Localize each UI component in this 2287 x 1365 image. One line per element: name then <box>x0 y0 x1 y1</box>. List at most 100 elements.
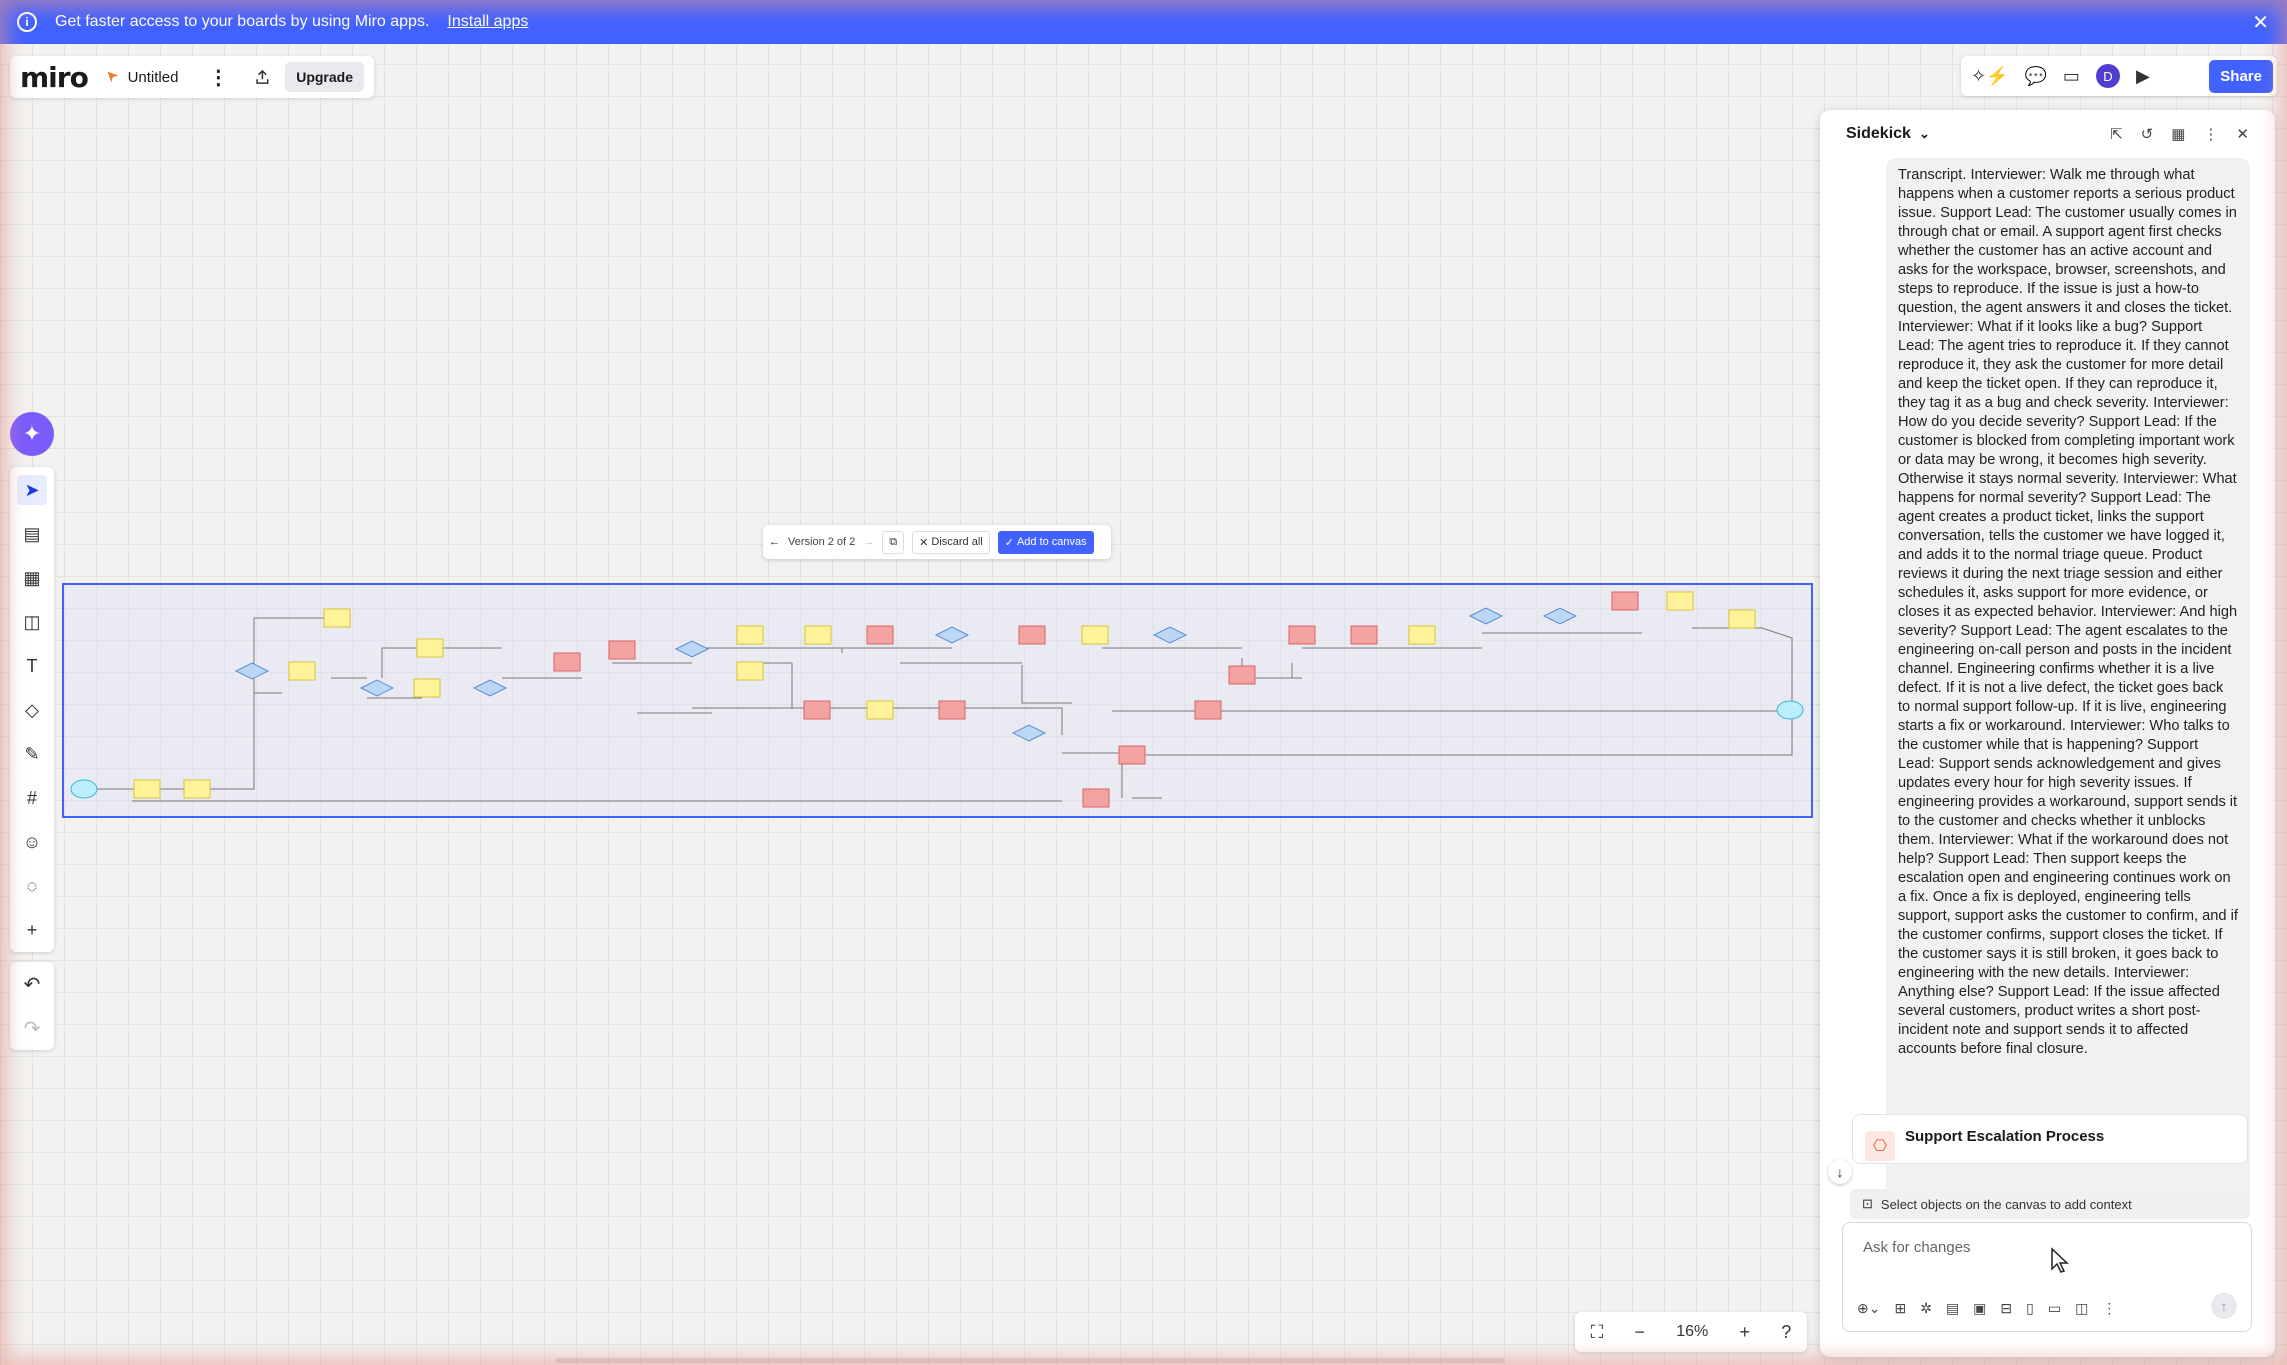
share-button[interactable]: Share <box>2209 59 2273 93</box>
prototype-icon[interactable]: ▭ <box>2048 1300 2061 1317</box>
terminal-node[interactable] <box>70 779 98 799</box>
slide-icon[interactable]: ▯ <box>2026 1300 2034 1317</box>
process-node[interactable] <box>1666 591 1694 611</box>
templates-tool-icon[interactable]: ▦ <box>17 563 47 593</box>
help-icon[interactable]: ? <box>1781 1322 1791 1343</box>
chevron-down-icon[interactable]: ⌄ <box>1919 126 1930 142</box>
select-tool-icon[interactable]: ➤ <box>17 475 47 505</box>
sticky-note-icon[interactable]: ◫ <box>2075 1300 2088 1317</box>
escalation-node[interactable] <box>553 652 581 672</box>
close-icon[interactable]: ✕ <box>2236 125 2249 143</box>
process-node[interactable] <box>413 678 441 698</box>
mindmap-icon[interactable]: ✲ <box>1920 1300 1932 1317</box>
more-options-icon[interactable]: ⋮ <box>2203 125 2218 143</box>
history-icon[interactable]: ↺ <box>2141 125 2154 143</box>
fit-to-screen-icon[interactable]: ⛶ <box>1591 1322 1604 1343</box>
sticky-note-tool-icon[interactable]: ◫ <box>17 607 47 637</box>
process-node[interactable] <box>183 779 211 799</box>
escalation-node[interactable] <box>608 640 636 660</box>
decision-node[interactable] <box>472 679 508 697</box>
zoom-out-icon[interactable]: − <box>1634 1322 1645 1343</box>
decision-node[interactable] <box>934 626 970 644</box>
export-icon[interactable] <box>254 66 271 88</box>
arrow-down-icon[interactable]: ↓ <box>1828 1160 1852 1184</box>
escalation-node[interactable] <box>1350 625 1378 645</box>
escalation-node[interactable] <box>938 700 966 720</box>
process-node[interactable] <box>323 608 351 628</box>
escalation-node[interactable] <box>803 700 831 720</box>
more-tools-icon[interactable]: + <box>17 915 47 945</box>
process-node[interactable] <box>288 661 316 681</box>
escalation-node[interactable] <box>1288 625 1316 645</box>
reactions-icon[interactable]: ✧⚡ <box>1971 66 2009 87</box>
decision-node[interactable] <box>359 679 395 697</box>
escalation-node[interactable] <box>866 625 894 645</box>
process-node[interactable] <box>1408 625 1436 645</box>
sidekick-title[interactable]: Sidekick <box>1846 125 1911 143</box>
ask-input[interactable]: Ask for changes ⊕⌄ ⊞ ✲ ▤ ▣ ⊟ ▯ ▭ ◫ ⋮ ↑ <box>1842 1222 2252 1332</box>
context-hint-bar[interactable]: ⊡ Select objects on the canvas to add co… <box>1850 1189 2250 1219</box>
comment-tool-icon[interactable]: ◌ <box>17 871 47 901</box>
text-tool-icon[interactable]: T <box>17 651 47 681</box>
upgrade-button[interactable]: Upgrade <box>285 62 364 92</box>
process-node[interactable] <box>1081 625 1109 645</box>
install-apps-link[interactable]: Install apps <box>447 13 528 31</box>
zoom-in-icon[interactable]: + <box>1740 1322 1751 1343</box>
previous-version-icon[interactable]: ← <box>769 536 780 548</box>
board-menu-icon[interactable]: ⋮ <box>208 65 228 90</box>
version-label: Version 2 of 2 <box>788 536 856 548</box>
terminal-node[interactable] <box>1776 700 1804 720</box>
grid-icon[interactable]: ▦ <box>2171 125 2185 143</box>
escalation-node[interactable] <box>1018 625 1046 645</box>
video-call-icon[interactable]: ▭ <box>2063 66 2080 87</box>
docs-tool-icon[interactable]: ▤ <box>17 519 47 549</box>
next-version-icon[interactable]: → <box>863 536 874 548</box>
decision-node[interactable] <box>1152 626 1188 644</box>
escalation-node[interactable] <box>1194 700 1222 720</box>
more-icon[interactable]: ⋮ <box>2102 1300 2116 1317</box>
chat-icon[interactable]: 💬 <box>2025 66 2047 87</box>
process-node[interactable] <box>416 638 444 658</box>
escalation-node[interactable] <box>1118 745 1146 765</box>
process-node[interactable] <box>133 779 161 799</box>
send-icon[interactable]: ↑ <box>2211 1293 2237 1319</box>
escalation-node[interactable] <box>1611 591 1639 611</box>
redo-icon[interactable]: ↷ <box>24 1016 41 1041</box>
frame-tool-icon[interactable]: # <box>17 783 47 813</box>
stickers-tool-icon[interactable]: ☺ <box>17 827 47 857</box>
decision-node[interactable] <box>674 640 710 658</box>
ai-assistant-icon[interactable]: ✦ <box>10 412 54 456</box>
table-icon[interactable]: ⊟ <box>2000 1300 2012 1317</box>
flowchart-diagram[interactable] <box>62 583 1813 818</box>
decision-node[interactable] <box>1468 607 1504 625</box>
present-icon[interactable]: ▶ <box>2136 66 2150 87</box>
copy-icon[interactable]: ⧉ <box>882 530 905 554</box>
close-icon[interactable]: ✕ <box>2252 10 2269 35</box>
shapes-tool-icon[interactable]: ◇ <box>17 695 47 725</box>
decision-node[interactable] <box>1542 607 1578 625</box>
escalation-node[interactable] <box>1228 665 1256 685</box>
board-title[interactable]: Untitled <box>128 69 179 86</box>
decision-node[interactable] <box>1011 724 1047 742</box>
discard-all-button[interactable]: ✕ Discard all <box>912 530 990 554</box>
image-icon[interactable]: ▣ <box>1973 1300 1986 1317</box>
pen-tool-icon[interactable]: ✎ <box>17 739 47 769</box>
undo-icon[interactable]: ↶ <box>24 972 41 997</box>
open-external-icon[interactable]: ⇱ <box>2110 125 2123 143</box>
support-escalation-card[interactable]: ⎔ Support Escalation Process <box>1852 1114 2248 1164</box>
globe-icon[interactable]: ⊕⌄ <box>1857 1300 1880 1317</box>
escalation-node[interactable] <box>1082 788 1110 808</box>
zoom-level[interactable]: 16% <box>1676 1323 1708 1341</box>
process-node[interactable] <box>1728 609 1756 629</box>
add-to-canvas-button[interactable]: ✓ Add to canvas <box>997 530 1094 554</box>
horizontal-scrollbar[interactable] <box>555 1358 1505 1363</box>
process-node[interactable] <box>736 661 764 681</box>
doc-icon[interactable]: ▤ <box>1946 1300 1959 1317</box>
input-placeholder: Ask for changes <box>1863 1239 1971 1256</box>
process-node[interactable] <box>866 700 894 720</box>
process-node[interactable] <box>736 625 764 645</box>
process-node[interactable] <box>804 625 832 645</box>
decision-node[interactable] <box>234 662 270 680</box>
flowchart-icon[interactable]: ⊞ <box>1894 1300 1906 1317</box>
avatar[interactable]: D <box>2095 64 2120 88</box>
